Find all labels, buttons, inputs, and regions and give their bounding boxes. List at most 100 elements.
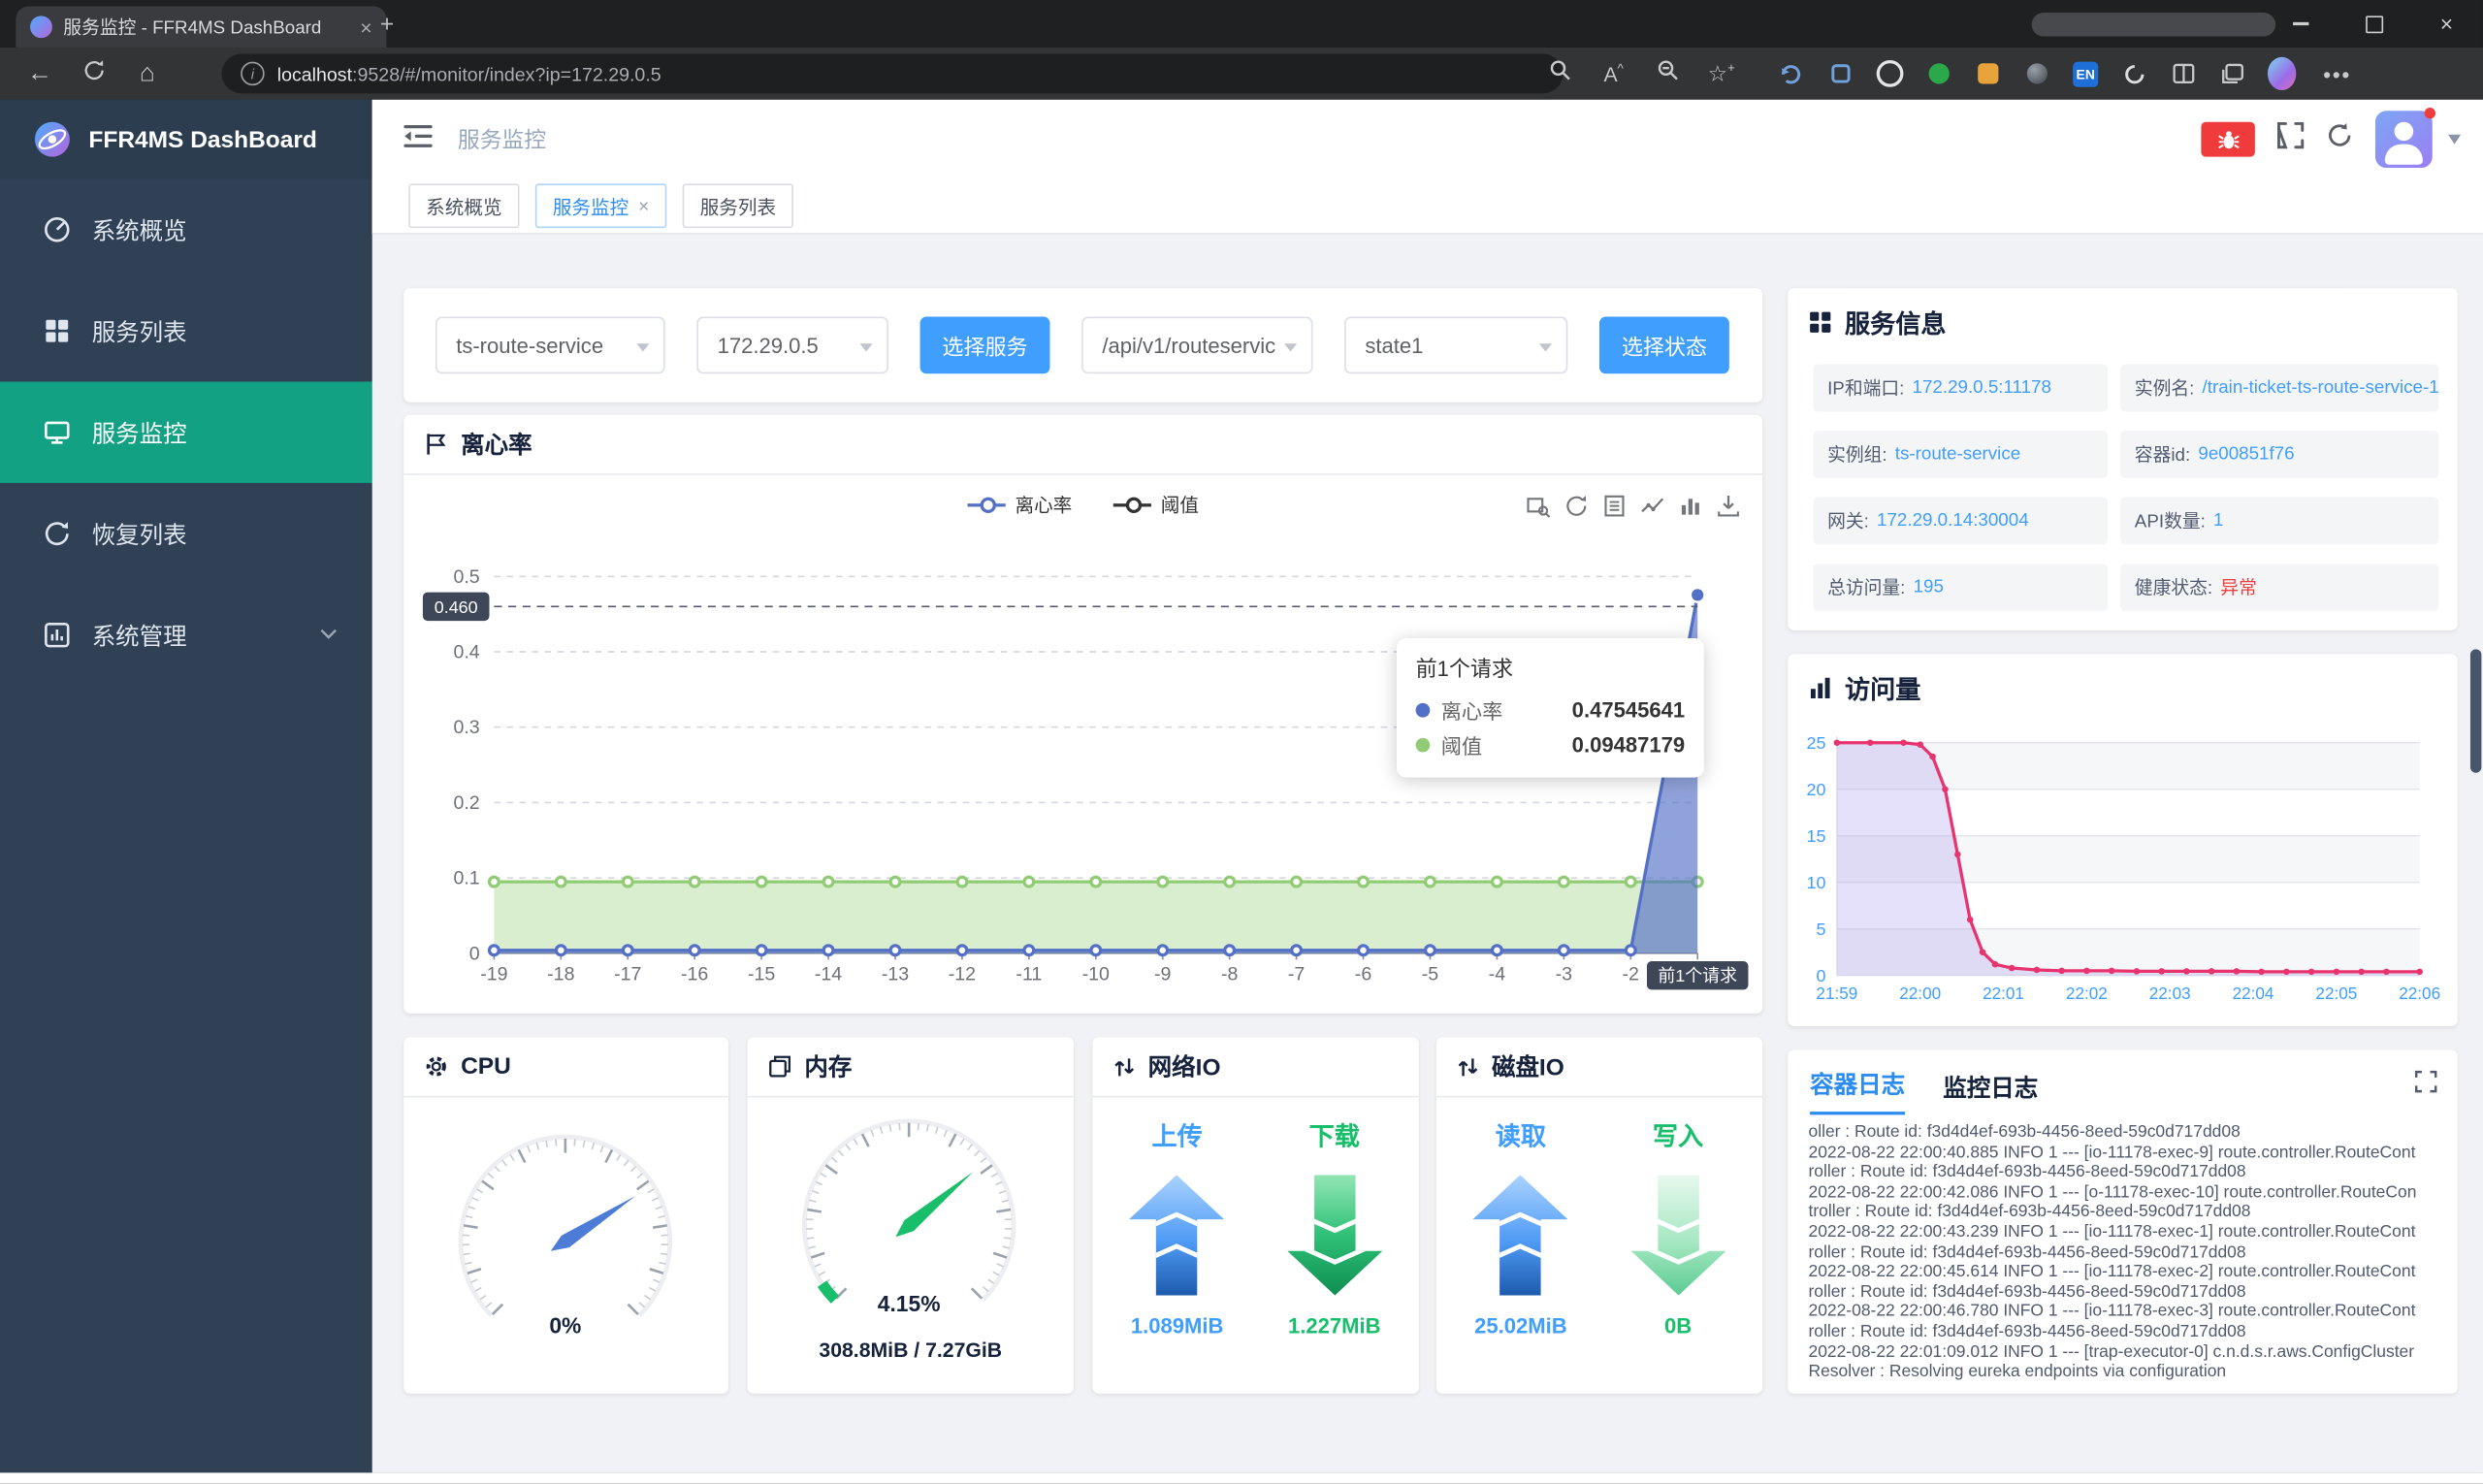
refresh-button[interactable] bbox=[2326, 122, 2353, 157]
card-header: 内存 bbox=[748, 1037, 1074, 1097]
download-arrow-icon bbox=[1284, 1172, 1385, 1299]
window-close-button[interactable]: × bbox=[2410, 0, 2483, 48]
svg-text:0: 0 bbox=[469, 943, 480, 964]
dashboard-icon bbox=[43, 215, 71, 243]
svg-text:-14: -14 bbox=[815, 964, 842, 985]
legend-item-threshold[interactable]: 阈值 bbox=[1113, 491, 1199, 518]
service-select[interactable]: ts-route-service bbox=[435, 317, 665, 374]
green-extension-icon[interactable] bbox=[1924, 59, 1952, 87]
browser-menu-button[interactable]: ••• bbox=[2323, 61, 2351, 86]
info-field-instance-name: 实例名:/train-ticket-ts-route-service-1 bbox=[2120, 365, 2438, 412]
window-maximize-button[interactable] bbox=[2338, 0, 2410, 48]
tag-overview[interactable]: 系统概览 bbox=[408, 183, 519, 228]
read-aloud-icon[interactable]: A^ bbox=[1587, 61, 1641, 85]
sidebar-item-overview[interactable]: 系统概览 bbox=[0, 178, 372, 279]
bar-chart-icon[interactable] bbox=[1679, 494, 1702, 517]
sidebar-item-system-admin[interactable]: 系统管理 bbox=[0, 584, 372, 685]
svg-text:22:03: 22:03 bbox=[2149, 984, 2191, 1003]
legend-item-eccentricity[interactable]: 离心率 bbox=[968, 491, 1073, 518]
svg-text:-13: -13 bbox=[882, 964, 909, 985]
site-info-icon[interactable]: i bbox=[241, 62, 264, 85]
home-button[interactable]: ⌂ bbox=[120, 59, 175, 87]
page-scrollbar-thumb[interactable] bbox=[2470, 649, 2481, 772]
sidebar-item-service-monitor[interactable]: 服务监控 bbox=[0, 381, 372, 482]
log-line: 2022-08-22 22:00:42.086 INFO 1 --- [o-11… bbox=[1808, 1182, 2436, 1203]
favorites-icon[interactable]: ☆+ bbox=[1694, 60, 1749, 87]
card-title: 服务信息 bbox=[1845, 303, 1947, 340]
browser-profile-avatar[interactable] bbox=[2268, 59, 2296, 87]
tab-title: 服务监控 - FFR4MS DashBoard bbox=[63, 15, 349, 40]
breadcrumb[interactable]: 服务监控 bbox=[458, 123, 546, 155]
sidebar-logo[interactable]: FFR4MS DashBoard bbox=[0, 100, 372, 179]
swirl-extension-icon[interactable] bbox=[2120, 59, 2148, 87]
browser-tab[interactable]: 服务监控 - FFR4MS DashBoard × bbox=[16, 7, 386, 48]
select-state-button[interactable]: 选择状态 bbox=[1599, 317, 1729, 374]
back-button[interactable]: ← bbox=[13, 59, 67, 87]
tab-monitor-logs[interactable]: 监控日志 bbox=[1943, 1071, 2038, 1115]
card-title: 访问量 bbox=[1845, 668, 1920, 706]
window-minimize-button[interactable] bbox=[2265, 0, 2338, 48]
log-output[interactable]: oller : Route id: f3d4d4ef-693b-4456-8ee… bbox=[1788, 1114, 2458, 1390]
sidebar-toggle-button[interactable] bbox=[403, 123, 432, 156]
record-extension-icon[interactable] bbox=[1875, 59, 1903, 87]
log-line: 2022-08-22 22:00:45.614 INFO 1 --- [io-1… bbox=[1808, 1262, 2436, 1282]
line-chart-icon[interactable] bbox=[1640, 494, 1663, 517]
card-header: 服务信息 bbox=[1788, 288, 2458, 355]
state-select[interactable]: state1 bbox=[1344, 317, 1567, 374]
sidebar-item-recovery-list[interactable]: 恢复列表 bbox=[0, 483, 372, 584]
fullscreen-button[interactable] bbox=[2277, 122, 2305, 157]
ip-select[interactable]: 172.29.0.5 bbox=[696, 317, 888, 374]
card-title: CPU bbox=[461, 1053, 511, 1081]
tab-close-icon[interactable]: × bbox=[360, 16, 371, 39]
tab-container-logs[interactable]: 容器日志 bbox=[1810, 1067, 1905, 1114]
avatar-caret-icon[interactable] bbox=[2448, 135, 2461, 145]
eccentricity-card: 离心率 离心率 阈值 00.10.20.30.40.5-19-18-17-16-… bbox=[403, 415, 1762, 1014]
api-select[interactable]: /api/v1/routeservic bbox=[1081, 317, 1312, 374]
reload-button[interactable] bbox=[67, 58, 121, 90]
error-log-button[interactable] bbox=[2201, 122, 2255, 157]
tag-close-icon[interactable]: × bbox=[638, 195, 649, 217]
service-info-grid: IP和端口:172.29.0.5:11178 实例名:/train-ticket… bbox=[1813, 365, 2438, 612]
user-avatar[interactable] bbox=[2375, 111, 2433, 168]
visual-search-icon[interactable] bbox=[1532, 58, 1587, 88]
sidebar-item-service-list[interactable]: 服务列表 bbox=[0, 280, 372, 381]
bar-chart-icon bbox=[1808, 675, 1831, 698]
tooltip-row: 离心率 0.47545641 bbox=[1416, 692, 1686, 726]
svg-text:-18: -18 bbox=[547, 964, 574, 985]
card-title: 离心率 bbox=[461, 428, 532, 461]
address-bar[interactable]: i localhost:9528/#/monitor/index?ip=172.… bbox=[222, 54, 1564, 94]
restore-icon[interactable] bbox=[1564, 494, 1588, 517]
caret-down-icon bbox=[1284, 343, 1297, 351]
memory-detail: 308.8MiB / 7.27GiB bbox=[748, 1339, 1074, 1362]
tag-service-monitor[interactable]: 服务监控× bbox=[535, 183, 667, 228]
save-image-icon[interactable] bbox=[1717, 494, 1740, 517]
series-dot bbox=[1416, 737, 1431, 752]
bottom-strip bbox=[0, 1472, 2483, 1483]
collections-icon[interactable] bbox=[2218, 59, 2246, 87]
ime-language-badge[interactable]: EN bbox=[2072, 59, 2100, 87]
new-tab-button[interactable]: + bbox=[380, 11, 394, 38]
log-line: oller : Route id: f3d4d4ef-693b-4456-8ee… bbox=[1808, 1123, 2436, 1144]
split-screen-icon[interactable] bbox=[2170, 59, 2198, 87]
yellow-extension-icon[interactable] bbox=[1973, 59, 2001, 87]
undo-extension-icon[interactable] bbox=[1777, 59, 1805, 87]
network-io-card: 网络IO 上传 1.089MiB 下载 1.227MiB bbox=[1093, 1037, 1419, 1393]
navbar-right bbox=[2201, 100, 2461, 179]
info-field-instance-group: 实例组:ts-route-service bbox=[1813, 431, 2108, 478]
tag-service-list[interactable]: 服务列表 bbox=[683, 183, 793, 228]
memory-card: 内存 4.15% 308.8MiB / 7.27GiB bbox=[748, 1037, 1074, 1393]
traffic-chart[interactable]: 051015202521:5922:0022:0122:0222:0322:04… bbox=[1794, 721, 2447, 1016]
data-zoom-icon[interactable] bbox=[1527, 494, 1550, 517]
logs-fullscreen-button[interactable] bbox=[2415, 1071, 2437, 1101]
svg-text:22:04: 22:04 bbox=[2233, 984, 2274, 1003]
maximize-icon bbox=[2365, 16, 2382, 33]
zoom-icon[interactable] bbox=[1640, 58, 1694, 88]
card-header: 离心率 bbox=[403, 415, 1762, 475]
notification-dot bbox=[2425, 108, 2435, 118]
square-extension-icon[interactable] bbox=[1825, 59, 1854, 87]
sphere-extension-icon[interactable] bbox=[2022, 59, 2050, 87]
data-view-icon[interactable] bbox=[1602, 494, 1626, 517]
top-navbar: 服务监控 bbox=[372, 100, 2483, 179]
disk-io-card: 磁盘IO 读取 25.02MiB 写入 0B bbox=[1436, 1037, 1762, 1393]
select-service-button[interactable]: 选择服务 bbox=[920, 317, 1050, 374]
